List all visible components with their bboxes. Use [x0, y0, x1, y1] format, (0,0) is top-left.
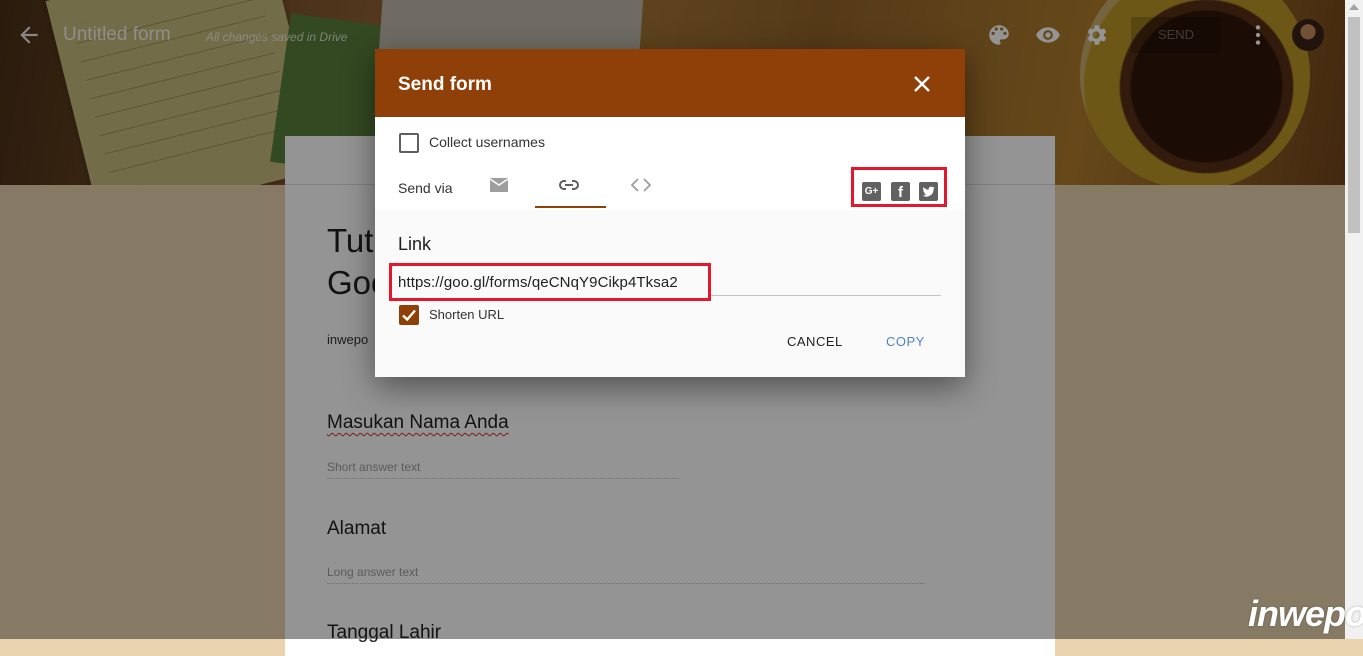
- shorten-url-checkbox[interactable]: [399, 305, 419, 325]
- collect-usernames-label: Collect usernames: [429, 134, 545, 150]
- link-heading: Link: [398, 234, 432, 254]
- close-icon[interactable]: [912, 74, 932, 94]
- embed-code-icon: [629, 178, 653, 201]
- link-icon: [557, 180, 581, 201]
- dialog-header: Send form: [375, 49, 965, 117]
- copy-button[interactable]: COPY: [886, 334, 925, 349]
- scroll-up-arrow-icon[interactable]: [1349, 4, 1359, 10]
- social-share-highlight: G+ f: [851, 167, 947, 207]
- email-icon: [487, 178, 511, 201]
- watermark-logo: inwepo: [1248, 593, 1363, 634]
- send-form-dialog: Send form Collect usernames Send via G+ …: [375, 49, 965, 377]
- scrollbar-thumb[interactable]: [1348, 17, 1360, 233]
- google-plus-icon[interactable]: G+: [862, 182, 881, 201]
- send-via-label: Send via: [398, 180, 453, 196]
- url-field-underline: [711, 295, 941, 296]
- tab-email[interactable]: [487, 169, 511, 209]
- tab-link[interactable]: [557, 169, 581, 209]
- facebook-icon[interactable]: f: [891, 182, 910, 201]
- shorten-url-label: Shorten URL: [429, 307, 505, 322]
- twitter-icon[interactable]: [919, 182, 938, 201]
- dialog-title: Send form: [398, 74, 492, 95]
- collect-usernames-checkbox[interactable]: [399, 133, 419, 153]
- cancel-button[interactable]: CANCEL: [787, 334, 843, 349]
- link-url-field[interactable]: https://goo.gl/forms/qeCNqY9Cikp4Tksa2: [398, 274, 678, 291]
- active-tab-indicator: [535, 206, 606, 208]
- tab-embed[interactable]: [629, 169, 653, 209]
- page-scrollbar[interactable]: [1345, 0, 1363, 639]
